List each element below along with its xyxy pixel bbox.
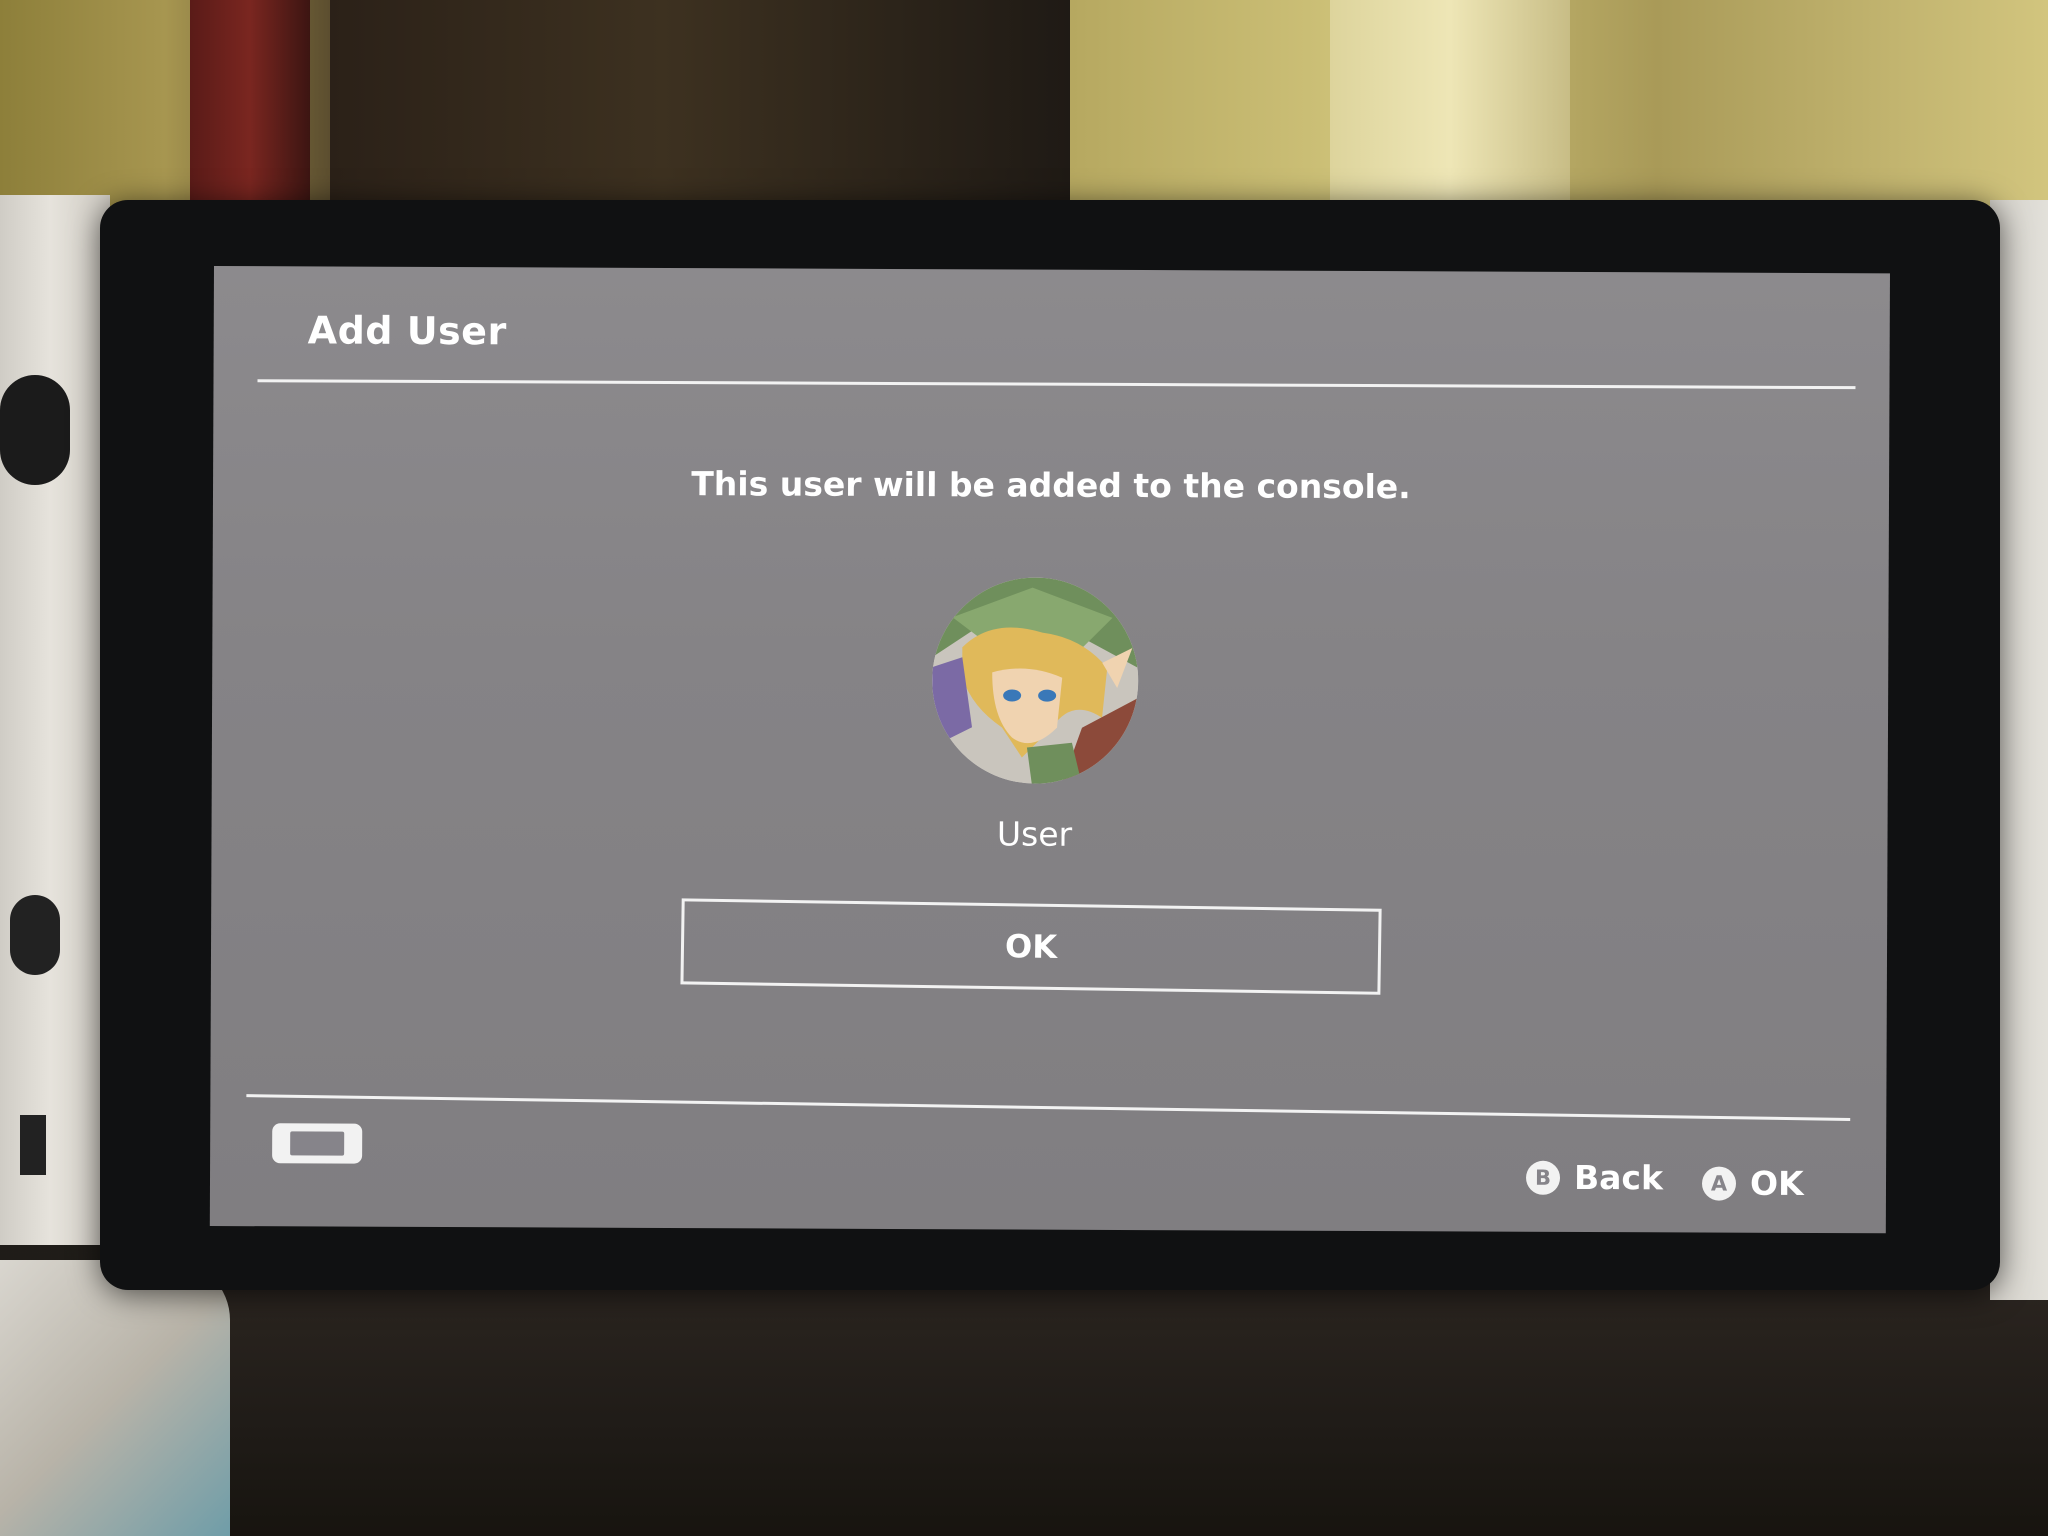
- confirmation-message: This user will be added to the console.: [691, 464, 1411, 507]
- left-stick: [0, 375, 70, 485]
- handheld-console-icon-screen: [290, 1131, 345, 1156]
- handheld-console-icon: [272, 1123, 363, 1164]
- console-screen: Add User This user will be added to the …: [209, 266, 1890, 1234]
- a-button-icon: A: [1701, 1166, 1737, 1201]
- user-name: User: [996, 814, 1073, 854]
- ok-hint[interactable]: A OK: [1701, 1163, 1804, 1203]
- page-title: Add User: [307, 308, 507, 354]
- left-joycon: [0, 195, 110, 1245]
- background-sleeve: [0, 1260, 230, 1536]
- avatar: [931, 577, 1139, 785]
- back-hint[interactable]: B Back: [1525, 1157, 1664, 1198]
- background-dark-area: [330, 0, 1070, 215]
- background-red-object: [190, 0, 310, 210]
- footer-divider: [246, 1094, 1851, 1121]
- ok-button[interactable]: OK: [680, 898, 1382, 995]
- user-avatar-icon: [931, 577, 1139, 785]
- back-hint-label: Back: [1573, 1157, 1664, 1198]
- background-floor: [0, 1280, 2048, 1536]
- b-button-icon: B: [1525, 1160, 1561, 1195]
- left-joycon-button: [10, 895, 60, 975]
- ok-hint-label: OK: [1749, 1163, 1804, 1203]
- capture-button: [20, 1115, 46, 1175]
- background-door: [1330, 0, 1570, 210]
- title-divider: [257, 379, 1856, 390]
